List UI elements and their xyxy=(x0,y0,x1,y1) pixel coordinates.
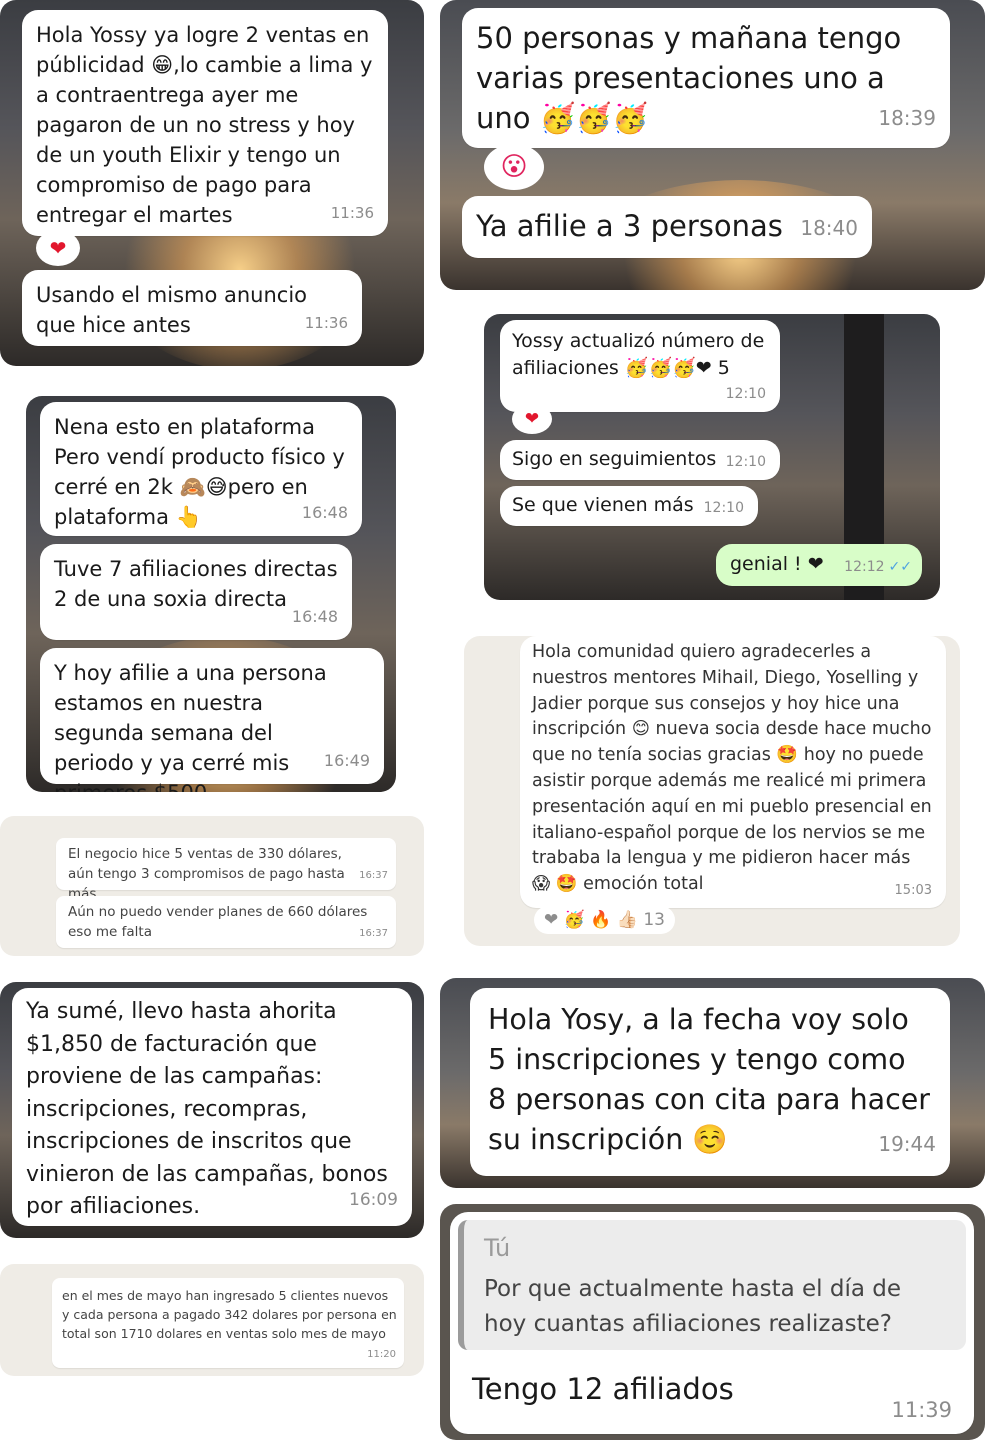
message-bubble[interactable]: Hola Yossy ya logre 2 ventas en públicid… xyxy=(22,10,388,236)
message-bubble[interactable]: 50 personas y mañana tengo varias presen… xyxy=(462,8,950,148)
message-bubble[interactable]: Hola Yosy, a la fecha voy solo 5 inscrip… xyxy=(470,988,950,1176)
message-bubble[interactable]: Usando el mismo anuncio que hice antes 1… xyxy=(22,270,362,346)
reactions-bar[interactable]: ❤ 🥳 🔥 👍🏻 13 xyxy=(534,906,675,934)
message-time: 18:40 xyxy=(800,216,858,240)
chat-screenshot-3: Yossy actualizó número de afiliaciones 🥳… xyxy=(484,314,940,600)
message-time: 11:39 xyxy=(891,1398,952,1422)
message-time: 15:03 xyxy=(894,883,932,899)
message-bubble[interactable]: Hola comunidad quiero agradecerles a nue… xyxy=(520,636,946,908)
message-bubble[interactable]: Aún no puedo vender planes de 660 dólare… xyxy=(56,896,396,948)
chat-screenshot-1: Hola Yossy ya logre 2 ventas en públicid… xyxy=(0,0,424,366)
message-text: Yossy actualizó número de afiliaciones 🥳… xyxy=(512,330,765,379)
message-time: 12:10 xyxy=(725,386,766,402)
quote-text: Por que actualmente hasta el día de hoy … xyxy=(484,1276,902,1337)
chat-screenshot-9: en el mes de mayo han ingresado 5 client… xyxy=(0,1264,424,1376)
outgoing-message-bubble[interactable]: genial ! ❤ 12:12 ✓✓ xyxy=(716,544,922,586)
message-bubble[interactable]: Sigo en seguimientos 12:10 xyxy=(500,440,780,480)
message-time: 16:37 xyxy=(359,928,388,939)
message-time: 11:36 xyxy=(304,314,348,332)
reactions-text: ❤ 🥳 🔥 👍🏻 13 xyxy=(544,910,665,930)
message-text: Tengo 12 afiliados xyxy=(472,1372,734,1406)
message-time: 18:39 xyxy=(878,106,936,130)
message-time: 11:20 xyxy=(367,1349,396,1360)
message-text: 50 personas y mañana tengo varias presen… xyxy=(476,21,902,135)
chat-screenshot-5: Hola comunidad quiero agradecerles a nue… xyxy=(464,636,960,946)
message-time: 16:48 xyxy=(291,607,338,626)
message-text: Usando el mismo anuncio que hice antes xyxy=(36,283,308,337)
message-bubble[interactable]: Y hoy afilie a una persona estamos en nu… xyxy=(40,648,384,792)
message-text: Ya sumé, llevo hasta ahorita $1,850 de f… xyxy=(26,999,388,1219)
message-bubble[interactable]: Se que vienen más 12:10 xyxy=(500,486,758,526)
quote-author: Tú xyxy=(484,1234,511,1262)
message-text: Hola Yossy ya logre 2 ventas en públicid… xyxy=(36,23,373,227)
heart-reaction-icon: ❤ xyxy=(512,404,552,434)
message-bubble[interactable]: Nena esto en plataforma Pero vendí produ… xyxy=(40,402,362,536)
message-time: 16:49 xyxy=(323,751,370,770)
message-bubble[interactable]: Ya afilie a 3 personas 18:40 xyxy=(462,196,872,258)
message-text: Hola Yosy, a la fecha voy solo 5 inscrip… xyxy=(488,1003,931,1156)
message-time-label: 12:12 xyxy=(844,559,885,575)
message-time: 12:10 xyxy=(725,454,766,470)
message-bubble[interactable]: El negocio hice 5 ventas de 330 dólares,… xyxy=(56,838,396,902)
quoted-message[interactable]: Tú Por que actualmente hasta el día de h… xyxy=(458,1220,966,1350)
chat-screenshot-8: Hola Yosy, a la fecha voy solo 5 inscrip… xyxy=(440,978,985,1188)
message-time: 16:37 xyxy=(359,870,388,881)
surprised-reaction-icon: 😮 xyxy=(484,144,544,190)
message-text: Hola comunidad quiero agradecerles a nue… xyxy=(532,642,932,895)
chat-screenshot-7: Ya sumé, llevo hasta ahorita $1,850 de f… xyxy=(0,982,424,1238)
message-bubble[interactable]: Ya sumé, llevo hasta ahorita $1,850 de f… xyxy=(12,988,412,1226)
message-bubble[interactable]: Yossy actualizó número de afiliaciones 🥳… xyxy=(500,320,780,412)
message-text: Y hoy afilie a una persona estamos en nu… xyxy=(54,661,327,792)
message-time: 16:09 xyxy=(349,1189,398,1210)
message-text: en el mes de mayo han ingresado 5 client… xyxy=(62,1288,397,1341)
message-text: Aún no puedo vender planes de 660 dólare… xyxy=(68,904,368,940)
message-bubble[interactable]: Tú Por que actualmente hasta el día de h… xyxy=(450,1212,974,1434)
message-bubble[interactable]: en el mes de mayo han ingresado 5 client… xyxy=(52,1278,404,1368)
chat-screenshot-10: Tú Por que actualmente hasta el día de h… xyxy=(440,1204,985,1440)
chat-screenshot-6: El negocio hice 5 ventas de 330 dólares,… xyxy=(0,816,424,956)
message-time: 11:36 xyxy=(330,204,374,222)
chat-screenshot-2: 50 personas y mañana tengo varias presen… xyxy=(440,0,985,290)
message-time: 19:44 xyxy=(878,1132,936,1156)
chat-screenshot-4: Nena esto en plataforma Pero vendí produ… xyxy=(26,396,396,792)
read-ticks-icon: ✓✓ xyxy=(888,559,912,575)
message-time: 12:12 ✓✓ xyxy=(844,554,912,580)
heart-reaction-icon: ❤ xyxy=(36,230,80,266)
message-time: 16:48 xyxy=(301,503,348,522)
message-text: El negocio hice 5 ventas de 330 dólares,… xyxy=(68,846,345,902)
message-time: 12:10 xyxy=(703,500,744,516)
message-bubble[interactable]: Tuve 7 afiliaciones directas 2 de una so… xyxy=(40,544,352,640)
